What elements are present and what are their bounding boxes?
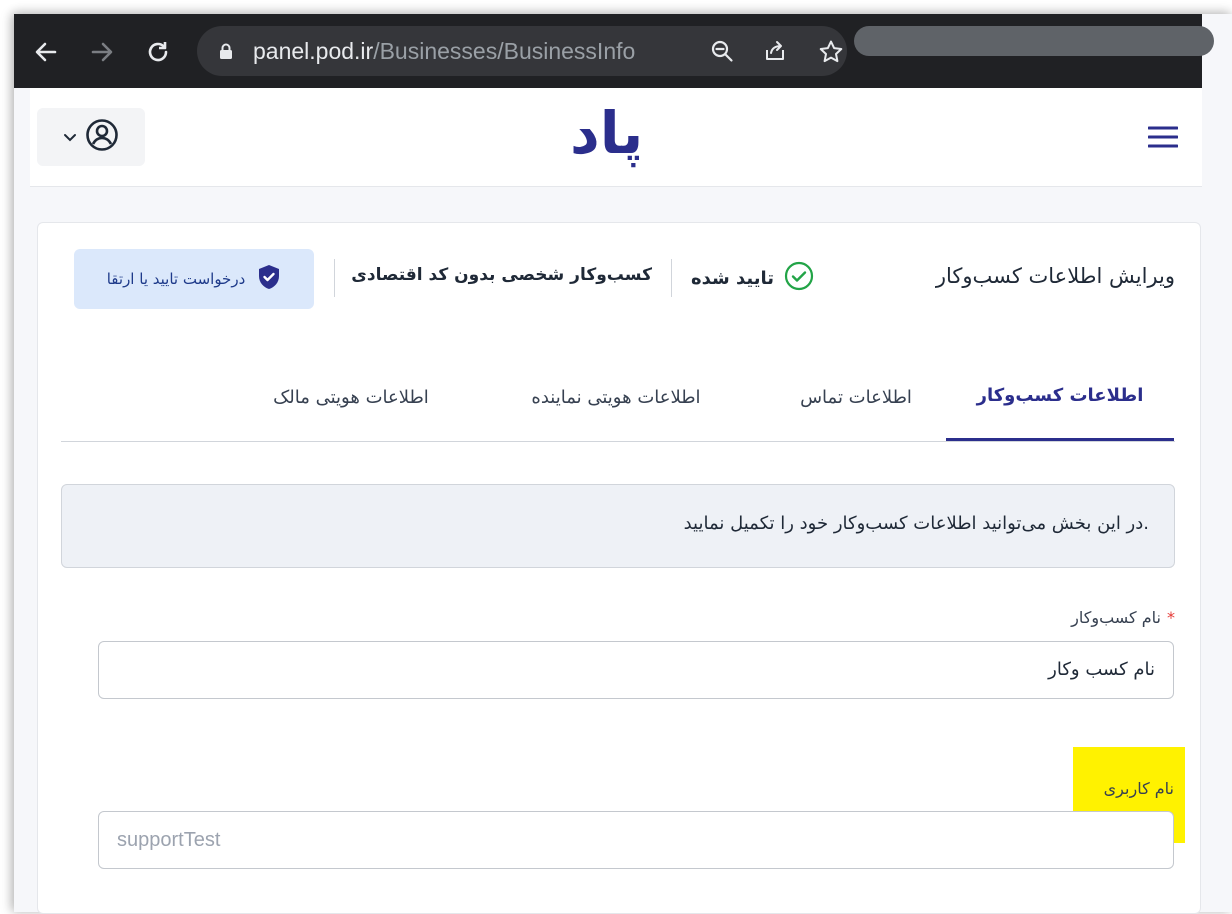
- browser-toolbar: panel.pod.ir/Businesses/BusinessInfo: [14, 14, 1214, 88]
- user-circle-icon: [85, 118, 119, 156]
- business-info-card: ویرایش اطلاعات کسب‌وکار تایید شده کسب‌وک…: [37, 222, 1201, 914]
- divider: [671, 259, 672, 297]
- business-name-value: نام کسب وکار: [1048, 659, 1155, 680]
- extensions-area: [854, 26, 1214, 56]
- lock-icon: [219, 43, 233, 64]
- zoom-icon[interactable]: [710, 39, 734, 67]
- business-name-label: نام کسب‌وکار *: [1071, 608, 1175, 627]
- address-bar[interactable]: panel.pod.ir/Businesses/BusinessInfo: [197, 26, 847, 76]
- username-value: supportTest: [117, 829, 221, 851]
- tab-business-info[interactable]: اطلاعات کسب‌وکار: [946, 353, 1174, 441]
- business-type-label: کسب‌وکار شخصی بدون کد اقتصادی: [351, 265, 652, 285]
- back-icon[interactable]: [32, 38, 60, 66]
- info-message: در این بخش می‌توانید اطلاعات کسب‌وکار خو…: [683, 513, 1149, 534]
- page-title: ویرایش اطلاعات کسب‌وکار: [935, 264, 1175, 288]
- brand-logo[interactable]: پاد: [570, 100, 643, 166]
- forward-icon[interactable]: [88, 38, 116, 66]
- tab-representative-identity[interactable]: اطلاعات هویتی نماینده: [491, 353, 741, 441]
- tab-owner-identity[interactable]: اطلاعات هویتی مالک: [241, 353, 461, 441]
- user-menu-button[interactable]: [37, 108, 145, 166]
- business-name-input[interactable]: نام کسب وکار: [98, 641, 1174, 699]
- info-alert: در این بخش می‌توانید اطلاعات کسب‌وکار خو…: [61, 484, 1175, 568]
- reload-icon[interactable]: [144, 38, 172, 66]
- divider: [334, 259, 335, 297]
- username-input[interactable]: supportTest: [98, 811, 1174, 869]
- hamburger-icon[interactable]: [1147, 126, 1179, 152]
- shield-check-icon: [257, 264, 281, 294]
- tab-bar: اطلاعات کسب‌وکار اطلاعات تماس اطلاعات هو…: [61, 353, 1175, 442]
- upgrade-request-label: درخواست تایید یا ارتقا: [106, 270, 246, 288]
- status-label: تایید شده: [690, 268, 774, 289]
- share-icon[interactable]: [763, 39, 787, 67]
- chevron-down-icon: [63, 128, 77, 147]
- check-circle-icon: [784, 261, 814, 296]
- status-badge: تایید شده: [691, 261, 814, 296]
- required-indicator: *: [1167, 608, 1175, 627]
- username-label: نام کاربری: [1103, 779, 1174, 798]
- upgrade-request-button[interactable]: درخواست تایید یا ارتقا: [74, 249, 314, 309]
- app-header: پاد: [30, 88, 1202, 187]
- tab-contact-info[interactable]: اطلاعات تماس: [781, 353, 931, 441]
- star-icon[interactable]: [818, 39, 844, 69]
- url-text: panel.pod.ir/Businesses/BusinessInfo: [253, 38, 636, 64]
